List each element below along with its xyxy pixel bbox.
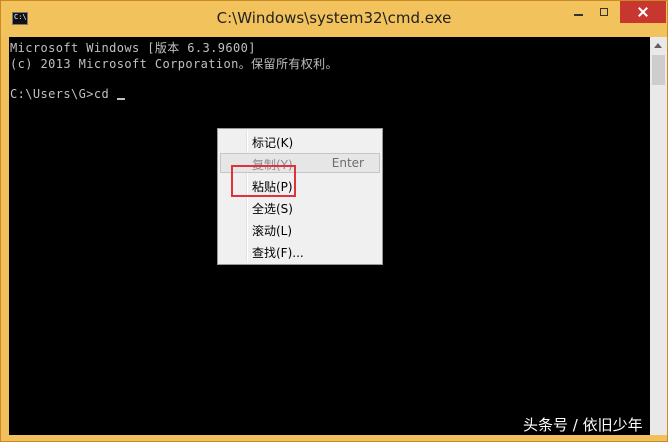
menu-item-scroll[interactable]: 滚动(L): [220, 219, 380, 239]
watermark: 头条号 / 依旧少年: [523, 416, 643, 434]
console-line-copyright: (c) 2013 Microsoft Corporation。保留所有权利。: [10, 57, 338, 71]
menu-item-label: 标记(K): [252, 136, 294, 150]
menu-item-select-all[interactable]: 全选(S): [220, 197, 380, 217]
menu-item-label: 滚动(L): [252, 224, 293, 238]
menu-item-mark[interactable]: 标记(K): [220, 131, 380, 151]
title-bar[interactable]: C:\ C:\Windows\system32\cmd.exe: [1, 1, 667, 37]
console-line-version: Microsoft Windows [版本 6.3.9600]: [10, 41, 256, 55]
menu-item-label: 全选(S): [252, 202, 293, 216]
scroll-up-icon[interactable]: [650, 37, 667, 54]
menu-item-shortcut: Enter: [331, 156, 364, 170]
menu-item-label: 查找(F)...: [252, 246, 304, 260]
text-cursor: [117, 98, 126, 100]
minimize-button[interactable]: [567, 1, 591, 25]
vertical-scrollbar[interactable]: [650, 37, 667, 435]
menu-item-find[interactable]: 查找(F)...: [220, 241, 380, 261]
prompt-text: C:\Users\G>cd: [10, 87, 110, 101]
scrollbar-thumb[interactable]: [652, 55, 665, 85]
maximize-button[interactable]: [593, 1, 617, 25]
close-button[interactable]: [620, 1, 666, 23]
paste-highlight-box: [231, 165, 296, 197]
console-line-prompt: C:\Users\G>cd: [10, 87, 126, 101]
